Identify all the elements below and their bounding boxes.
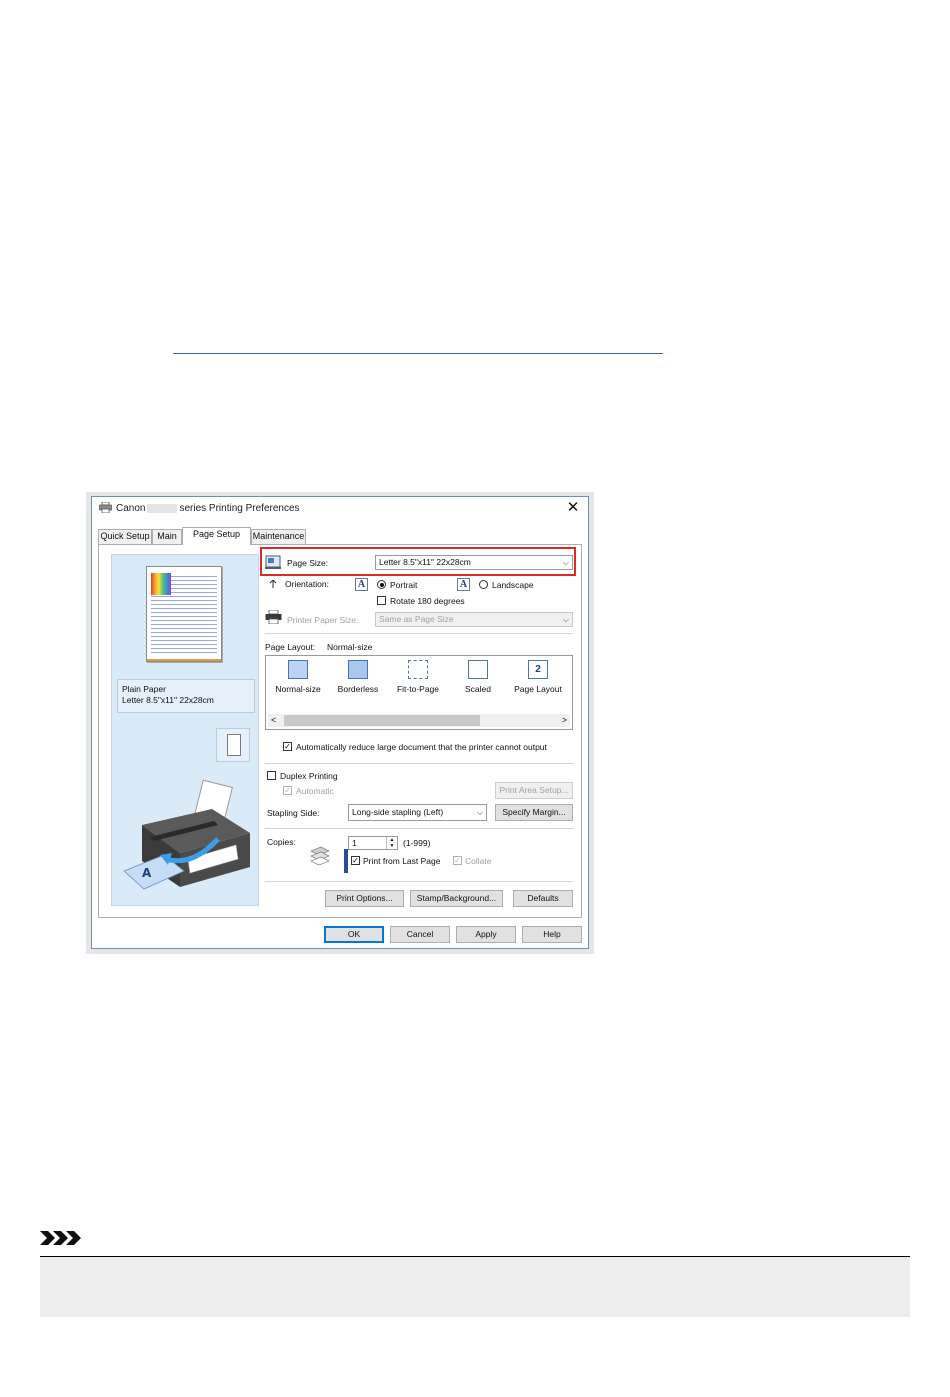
divider — [265, 881, 573, 882]
ok-button[interactable]: OK — [324, 926, 384, 943]
portrait-orientation-icon: A — [355, 578, 368, 591]
dialog-titlebar: Canon series Printing Preferences ✕ — [92, 497, 588, 519]
close-icon[interactable]: ✕ — [564, 499, 582, 517]
collate-order-icon — [344, 849, 348, 873]
stapling-side-label: Stapling Side: — [267, 808, 320, 818]
stamp-background-button[interactable]: Stamp/Background... — [410, 890, 503, 907]
media-type-text: Plain Paper — [122, 684, 166, 694]
landscape-label: Landscape — [492, 580, 534, 590]
chevron-down-icon: ⌵ — [562, 615, 569, 624]
tab-quick-setup[interactable]: Quick Setup — [98, 529, 152, 544]
tab-page-setup[interactable]: Page Setup — [182, 527, 251, 545]
orientation-label: Orientation: — [285, 579, 329, 589]
fit-to-page-icon — [408, 660, 428, 679]
rotate-180-checkbox[interactable] — [377, 596, 386, 605]
borderless-icon — [348, 660, 368, 679]
printer-paper-size-label: Printer Paper Size: — [287, 615, 359, 625]
landscape-radio[interactable] — [479, 580, 488, 589]
printer-paper-size-icon — [265, 610, 282, 624]
normal-size-icon — [288, 660, 308, 679]
print-options-button[interactable]: Print Options... — [325, 890, 404, 907]
dialog-title: Canon series Printing Preferences — [116, 503, 300, 514]
orientation-arrow-icon — [269, 580, 277, 588]
rotate-180-label: Rotate 180 degrees — [390, 596, 465, 606]
chevron-down-icon: ⌵ — [562, 558, 569, 567]
printing-preferences-dialog: Canon series Printing Preferences ✕ Quick… — [91, 496, 589, 949]
automatic-duplex-checkbox[interactable]: ✓ — [283, 786, 292, 795]
divider — [265, 633, 573, 634]
duplex-printing-checkbox[interactable] — [267, 771, 276, 780]
page-layout-label: Page Layout: — [265, 642, 316, 652]
cancel-button[interactable]: Cancel — [390, 926, 450, 943]
spinner-arrows-icon[interactable]: ▲ ▼ — [386, 837, 397, 849]
divider — [265, 828, 573, 829]
page-setup-settings: Page Size: Letter 8.5"x11" 22x28cm ⌵ Orie… — [260, 545, 579, 917]
printer-illustration-icon: A — [123, 779, 250, 890]
page-layout-list: Normal-size Borderless Fit-to-Page Scale… — [265, 655, 573, 730]
scroll-left-icon[interactable]: < — [271, 714, 276, 727]
copies-stack-icon — [310, 846, 330, 866]
layout-page-layout[interactable]: 2 Page Layout — [510, 660, 566, 708]
auto-reduce-label: Automatically reduce large document that… — [296, 742, 547, 752]
page-preview-thumbnail — [146, 566, 222, 662]
layout-scaled[interactable]: Scaled — [450, 660, 506, 708]
auto-reduce-checkbox[interactable]: ✓ — [283, 742, 292, 751]
automatic-duplex-label: Automatic — [296, 786, 334, 796]
print-area-setup-button[interactable]: Print Area Setup... — [495, 782, 573, 799]
scroll-right-icon[interactable]: > — [562, 714, 567, 727]
tab-main[interactable]: Main — [152, 529, 182, 544]
paper-edge-graphic — [147, 659, 221, 661]
apply-button[interactable]: Apply — [456, 926, 516, 943]
printer-paper-size-select[interactable]: Same as Page Size ⌵ — [375, 612, 573, 627]
hyperlink-underline[interactable] — [173, 353, 663, 354]
layout-borderless[interactable]: Borderless — [330, 660, 386, 708]
page-size-select[interactable]: Letter 8.5"x11" 22x28cm ⌵ — [375, 555, 573, 570]
copies-range-text: (1-999) — [403, 838, 431, 848]
layout-normal-size[interactable]: Normal-size — [270, 660, 326, 708]
collate-label: Collate — [465, 856, 492, 866]
print-from-last-page-label: Print from Last Page — [363, 856, 441, 866]
svg-text:A: A — [142, 866, 152, 880]
note-box — [40, 1257, 910, 1317]
chevron-down-icon: ⌵ — [476, 808, 483, 817]
collate-checkbox[interactable]: ✓ — [453, 856, 462, 865]
scaled-icon — [468, 660, 488, 679]
page-size-label: Page Size: — [287, 558, 329, 568]
scrollbar-thumb[interactable] — [284, 715, 480, 726]
page-layout-icon: 2 — [528, 660, 548, 679]
layout-fit-to-page[interactable]: Fit-to-Page — [390, 660, 446, 708]
portrait-radio[interactable] — [377, 580, 386, 589]
paper-size-text: Letter 8.5"x11" 22x28cm — [122, 695, 214, 705]
duplex-printing-label: Duplex Printing — [280, 771, 338, 781]
page-size-icon — [265, 555, 281, 569]
layout-horizontal-scrollbar[interactable]: < > — [268, 714, 570, 727]
color-image-graphic — [151, 573, 171, 595]
settings-preview: Plain Paper Letter 8.5"x11" 22x28cm A — [111, 554, 259, 906]
printer-icon — [99, 502, 112, 513]
copies-label: Copies: — [267, 837, 296, 847]
paper-info-box: Plain Paper Letter 8.5"x11" 22x28cm — [117, 679, 255, 713]
divider — [265, 763, 573, 764]
portrait-label: Portrait — [390, 580, 418, 590]
specify-margin-button[interactable]: Specify Margin... — [495, 804, 573, 821]
page-layout-value: Normal-size — [327, 642, 373, 652]
paper-orientation-icon — [216, 728, 250, 762]
copies-spinner[interactable]: 1 ▲ ▼ — [348, 836, 398, 850]
print-from-last-page-checkbox[interactable]: ✓ — [351, 856, 360, 865]
landscape-orientation-icon: A — [457, 578, 470, 591]
tab-maintenance[interactable]: Maintenance — [251, 529, 306, 544]
note-chevrons-icon — [40, 1231, 81, 1245]
help-button[interactable]: Help — [522, 926, 582, 943]
defaults-button[interactable]: Defaults — [513, 890, 573, 907]
page-setup-panel: Plain Paper Letter 8.5"x11" 22x28cm A Pa… — [98, 544, 582, 918]
stapling-side-select[interactable]: Long-side stapling (Left) ⌵ — [348, 804, 487, 821]
redacted-model-name — [147, 503, 178, 513]
